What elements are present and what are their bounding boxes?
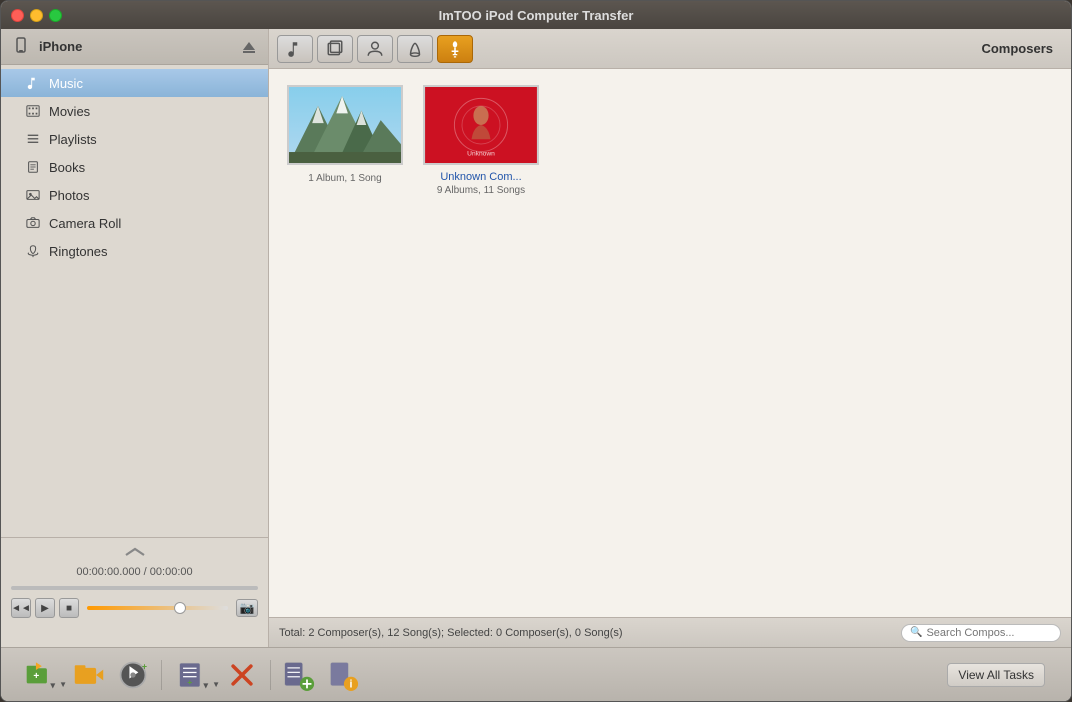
composer-item-1[interactable]: 1 Album, 1 Song (285, 85, 405, 196)
composer-thumb-2: Unknown (423, 85, 539, 165)
sidebar: iPhone Music (1, 29, 269, 647)
sidebar-item-music-label: Music (49, 76, 83, 91)
movies-icon (25, 103, 41, 119)
maximize-button[interactable] (49, 9, 62, 22)
stop-button[interactable]: ■ (59, 598, 79, 618)
toolbar-separator-2 (270, 660, 271, 690)
toolbar-separator-1 (161, 660, 162, 690)
camera-roll-icon (25, 215, 41, 231)
device-icon (11, 37, 31, 57)
toolbar-group-right: i (279, 657, 363, 693)
composer-item-2[interactable]: Unknown Unknown Com... 9 Albums, 11 Song… (421, 85, 541, 196)
music-icon (25, 75, 41, 91)
main-content: iPhone Music (1, 29, 1071, 647)
camera-button[interactable]: 📷 (236, 599, 258, 617)
current-view-label: Composers (981, 41, 1063, 56)
time-display: 00:00:00.000 / 00:00:00 (5, 562, 264, 582)
search-icon: 🔍 (910, 627, 922, 638)
sidebar-item-ringtones[interactable]: Ringtones (1, 237, 268, 265)
sidebar-item-playlists[interactable]: Playlists (1, 125, 268, 153)
composer-thumb-1 (287, 85, 403, 165)
minimize-button[interactable] (30, 9, 43, 22)
prev-button[interactable]: ◄◄ (11, 598, 31, 618)
view-all-tasks-button[interactable]: View All Tasks (947, 663, 1045, 687)
tab-composers[interactable] (437, 35, 473, 63)
traffic-lights (11, 9, 62, 22)
sidebar-item-camera-roll-label: Camera Roll (49, 216, 121, 231)
sidebar-item-ringtones-label: Ringtones (49, 244, 108, 259)
content-main: 1 Album, 1 Song (269, 69, 1071, 617)
sidebar-bottom: 00:00:00.000 / 00:00:00 ◄◄ ▶ ■ 📷 (1, 537, 268, 647)
sidebar-item-books[interactable]: Books (1, 153, 268, 181)
toolbar-group-middle: + ▼ (170, 657, 262, 693)
volume-knob[interactable] (174, 602, 186, 614)
playlist-export-button[interactable] (279, 657, 319, 693)
close-button[interactable] (11, 9, 24, 22)
expand-button[interactable] (5, 542, 264, 562)
delete-button[interactable] (222, 657, 262, 693)
device-name: iPhone (39, 39, 240, 54)
titlebar: ImTOO iPod Computer Transfer (1, 1, 1071, 29)
window-title: ImTOO iPod Computer Transfer (439, 8, 634, 23)
playlists-icon (25, 131, 41, 147)
sidebar-item-movies[interactable]: Movies (1, 97, 268, 125)
progress-bar[interactable] (11, 586, 258, 590)
status-bar: Total: 2 Composer(s), 12 Song(s); Select… (269, 617, 1071, 647)
bottom-toolbar: + ▼ (1, 647, 1071, 701)
sidebar-item-photos-label: Photos (49, 188, 89, 203)
add-from-pc-button[interactable]: + ▼ (17, 657, 65, 693)
tab-albums[interactable] (317, 35, 353, 63)
svg-text:Unknown: Unknown (467, 150, 495, 157)
eject-button[interactable] (240, 38, 258, 56)
search-box[interactable]: 🔍 (901, 624, 1061, 642)
playback-controls: ◄◄ ▶ ■ 📷 (5, 594, 264, 622)
tab-artists[interactable] (357, 35, 393, 63)
toolbar-group-left: + ▼ (17, 657, 153, 693)
dropdown-arrow-add-pc: ▼ (59, 680, 67, 689)
svg-text:+: + (142, 661, 147, 671)
app-window: ImTOO iPod Computer Transfer iPhone (0, 0, 1072, 702)
sidebar-item-playlists-label: Playlists (49, 132, 97, 147)
sidebar-item-movies-label: Movies (49, 104, 90, 119)
svg-text:+: + (187, 677, 192, 687)
sidebar-item-camera-roll[interactable]: Camera Roll (1, 209, 268, 237)
volume-slider[interactable] (87, 606, 228, 610)
photos-icon (25, 187, 41, 203)
device-header: iPhone (1, 29, 268, 65)
dropdown-arrow-playlist: ▼ (212, 680, 220, 689)
ringtones-icon (25, 243, 41, 259)
books-icon (25, 159, 41, 175)
content-toolbar: Composers (269, 29, 1071, 69)
svg-text:+: + (33, 671, 39, 682)
composer-2-name: Unknown Com... (440, 171, 521, 183)
play-button[interactable]: ▶ (35, 598, 55, 618)
sidebar-item-photos[interactable]: Photos (1, 181, 268, 209)
sidebar-item-music[interactable]: Music (1, 69, 268, 97)
transfer-to-pc-button[interactable] (69, 657, 109, 693)
composer-1-count: 1 Album, 1 Song (308, 173, 381, 184)
search-input[interactable] (926, 627, 1046, 639)
svg-text:i: i (350, 678, 353, 690)
add-playlist-button[interactable]: + ▼ (170, 657, 218, 693)
content-area: Composers (269, 29, 1071, 647)
tab-genres[interactable] (397, 35, 433, 63)
status-text: Total: 2 Composer(s), 12 Song(s); Select… (279, 627, 891, 639)
sidebar-nav: Music Movies (1, 65, 268, 537)
info-button[interactable]: i (323, 657, 363, 693)
tab-songs[interactable] (277, 35, 313, 63)
sidebar-item-books-label: Books (49, 160, 85, 175)
bottom-right: View All Tasks (947, 663, 1055, 687)
add-music-button[interactable]: + (113, 657, 153, 693)
composer-2-count: 9 Albums, 11 Songs (437, 185, 525, 196)
